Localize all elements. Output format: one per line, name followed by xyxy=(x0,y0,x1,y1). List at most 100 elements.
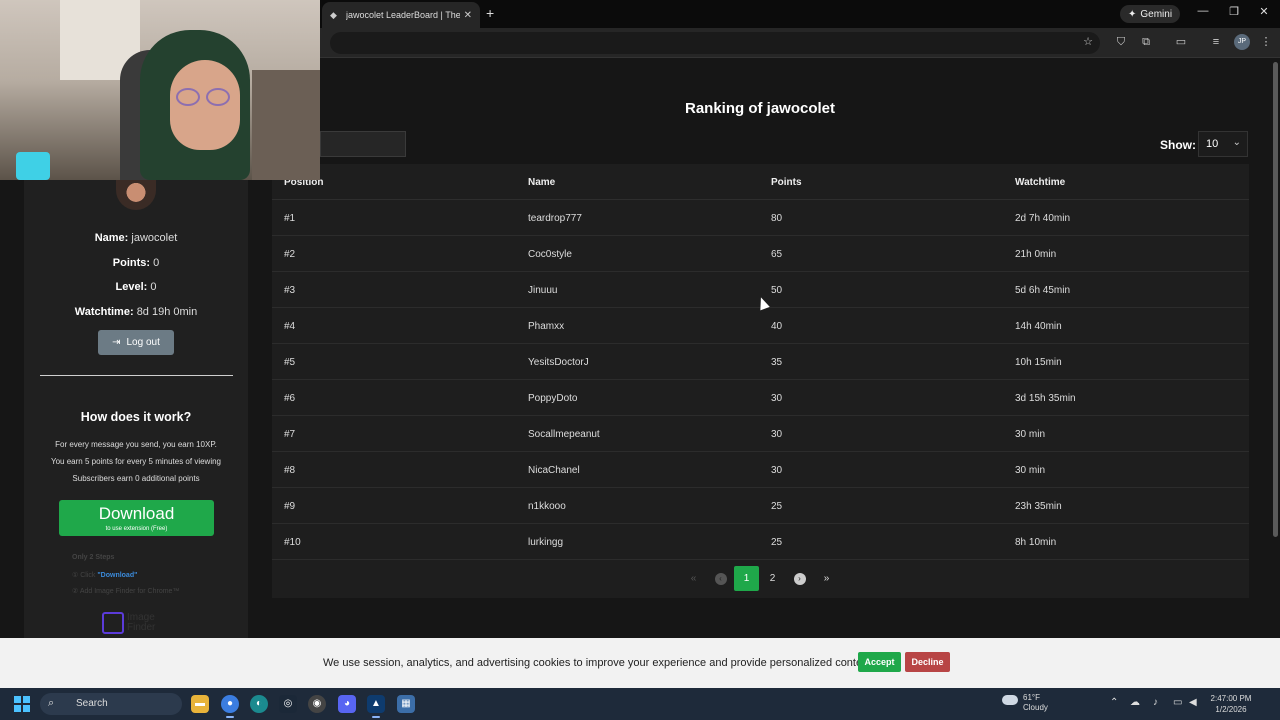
prev-arrow-icon: ‹ xyxy=(714,573,727,585)
close-window-button[interactable]: ✕ xyxy=(1255,5,1273,18)
browser-tab[interactable]: ◆ jawocolet LeaderBoard | The be ✕ xyxy=(322,2,480,28)
edge-icon[interactable]: ◐ xyxy=(250,695,268,713)
minimize-button[interactable]: — xyxy=(1194,5,1212,17)
clock-date: 1/2/2026 xyxy=(1215,705,1247,714)
next-page-button[interactable]: › xyxy=(786,566,813,591)
chrome-icon[interactable]: ● xyxy=(221,695,239,718)
table-row: #5 YesitsDoctorJ 35 10h 15min xyxy=(272,344,1249,380)
ad-download-button[interactable]: Download to use extension (Free) xyxy=(59,500,214,536)
cookie-text: We use session, analytics, and advertisi… xyxy=(323,657,875,669)
ad-step-2: ② Add Image Finder for Chrome™ xyxy=(72,588,180,595)
header-name[interactable]: Name xyxy=(528,177,555,188)
ad-steps-title: Only 2 Steps xyxy=(72,554,115,561)
cell-watchtime: 2d 7h 40min xyxy=(1015,213,1071,224)
page-title: Ranking of jawocolet xyxy=(684,100,835,117)
taskbar-search[interactable]: ⌕ Search xyxy=(40,693,182,715)
app-icon[interactable]: ▲ xyxy=(367,695,385,718)
gemini-label: Gemini xyxy=(1140,8,1173,20)
cell-name: YesitsDoctorJ xyxy=(528,357,589,368)
cell-name: PoppyDoto xyxy=(528,393,578,404)
new-tab-button[interactable]: + xyxy=(486,5,494,21)
ad-logo-line-2: Finder xyxy=(127,622,156,633)
decline-cookies-button[interactable]: Decline xyxy=(905,652,950,672)
image-finder-logo-icon xyxy=(102,612,124,634)
restore-button[interactable]: ❐ xyxy=(1225,5,1243,18)
name-label: Name: xyxy=(94,232,129,244)
header-points[interactable]: Points xyxy=(771,177,802,188)
table-header: Position Name Points Watchtime xyxy=(272,164,1249,200)
page-2-button[interactable]: 2 xyxy=(759,566,786,591)
cell-points: 30 xyxy=(771,429,783,440)
cell-name: Jinuuu xyxy=(528,285,558,296)
cell-name: lurkingg xyxy=(528,537,564,548)
cell-name: NicaChanel xyxy=(528,465,580,476)
discord-icon[interactable]: ◕ xyxy=(338,695,356,713)
extensions-puzzle-icon[interactable]: ⧉ xyxy=(1138,34,1154,50)
media-controls-icon[interactable]: ≡ xyxy=(1208,34,1224,50)
cell-watchtime: 5d 6h 45min xyxy=(1015,285,1071,296)
cell-position: #1 xyxy=(284,213,296,224)
windows-start-icon[interactable] xyxy=(14,696,30,712)
table-row: #10 lurkingg 25 8h 10min xyxy=(272,524,1249,560)
table-row: #1 teardrop777 80 2d 7h 40min xyxy=(272,200,1249,236)
ad-download-label: Download xyxy=(98,504,175,523)
gemini-sparkle-icon: ✦ xyxy=(1128,8,1137,20)
close-tab-icon[interactable]: ✕ xyxy=(464,10,472,21)
points-label: Points: xyxy=(112,257,151,269)
webcam-glasses-left xyxy=(176,88,200,106)
file-explorer-icon[interactable]: ▬ xyxy=(191,695,209,713)
menu-kebab-icon[interactable]: ⋮ xyxy=(1258,34,1274,50)
search-input[interactable] xyxy=(320,131,406,157)
table-row: #9 n1kkooo 25 23h 35min xyxy=(272,488,1249,524)
prev-page-button[interactable]: ‹ xyxy=(707,566,734,591)
tray-chevron-icon[interactable]: ⌃ xyxy=(1110,697,1118,708)
gemini-button[interactable]: ✦ Gemini xyxy=(1120,5,1181,23)
table-row: #2 Coc0style 65 21h 0min xyxy=(272,236,1249,272)
ad-step-1-link[interactable]: "Download" xyxy=(97,572,137,579)
points-value: 0 xyxy=(153,257,160,269)
how-line-3: Subscribers earn 0 additional points xyxy=(72,474,200,483)
search-icon: ⌕ xyxy=(48,697,55,709)
cell-points: 80 xyxy=(771,213,783,224)
cell-watchtime: 30 min xyxy=(1015,429,1046,440)
table-row: #4 Phamxx 40 14h 40min xyxy=(272,308,1249,344)
ad-step-1: ① Click "Download" xyxy=(72,571,137,579)
cell-position: #4 xyxy=(284,321,296,332)
cell-watchtime: 8h 10min xyxy=(1015,537,1057,548)
page-scrollbar[interactable] xyxy=(1273,62,1278,537)
clock-time: 2:47:00 PM xyxy=(1210,694,1252,703)
level-value: 0 xyxy=(150,281,157,293)
taskbar-search-label: Search xyxy=(76,698,108,709)
onedrive-icon[interactable]: ☁ xyxy=(1130,697,1140,708)
cell-position: #10 xyxy=(284,537,301,548)
microphone-icon[interactable]: ♪ xyxy=(1153,697,1158,708)
logout-button[interactable]: ⇥ Log out xyxy=(98,330,174,355)
page-1-button[interactable]: 1 xyxy=(734,566,759,591)
network-icon[interactable]: ▭ xyxy=(1173,697,1182,708)
last-page-button[interactable]: » xyxy=(813,566,840,591)
calculator-icon[interactable]: ▦ xyxy=(397,695,415,713)
cell-name: Phamxx xyxy=(528,321,565,332)
profile-avatar[interactable]: JP xyxy=(1234,34,1250,50)
shield-extension-icon[interactable]: ⛉ xyxy=(1113,34,1129,50)
obs-icon[interactable]: ◉ xyxy=(308,695,326,713)
webcam-overlay xyxy=(0,0,320,180)
cell-position: #7 xyxy=(284,429,296,440)
next-arrow-icon: › xyxy=(793,573,806,585)
weather-widget[interactable]: 61°F Cloudy xyxy=(1002,693,1048,713)
accept-cookies-button[interactable]: Accept xyxy=(858,652,901,672)
bookmark-star-icon[interactable]: ☆ xyxy=(1080,34,1096,50)
how-line-2: You earn 5 points for every 5 minutes of… xyxy=(50,457,222,466)
watchtime-label: Watchtime: xyxy=(74,306,134,318)
sidebar-divider xyxy=(40,375,233,376)
page-size-select[interactable]: 10 ⌄ xyxy=(1198,131,1248,157)
address-bar[interactable] xyxy=(330,32,1100,54)
tab-search-icon[interactable]: ▭ xyxy=(1173,34,1189,50)
cell-name: Coc0style xyxy=(528,249,572,260)
header-watchtime[interactable]: Watchtime xyxy=(1015,177,1065,188)
steam-icon[interactable]: ◎ xyxy=(279,695,297,713)
level-label: Level: xyxy=(115,281,148,293)
taskbar-clock[interactable]: 2:47:00 PM 1/2/2026 xyxy=(1206,693,1256,715)
volume-icon[interactable]: ◀ xyxy=(1189,697,1197,708)
first-page-button[interactable]: « xyxy=(680,566,707,591)
